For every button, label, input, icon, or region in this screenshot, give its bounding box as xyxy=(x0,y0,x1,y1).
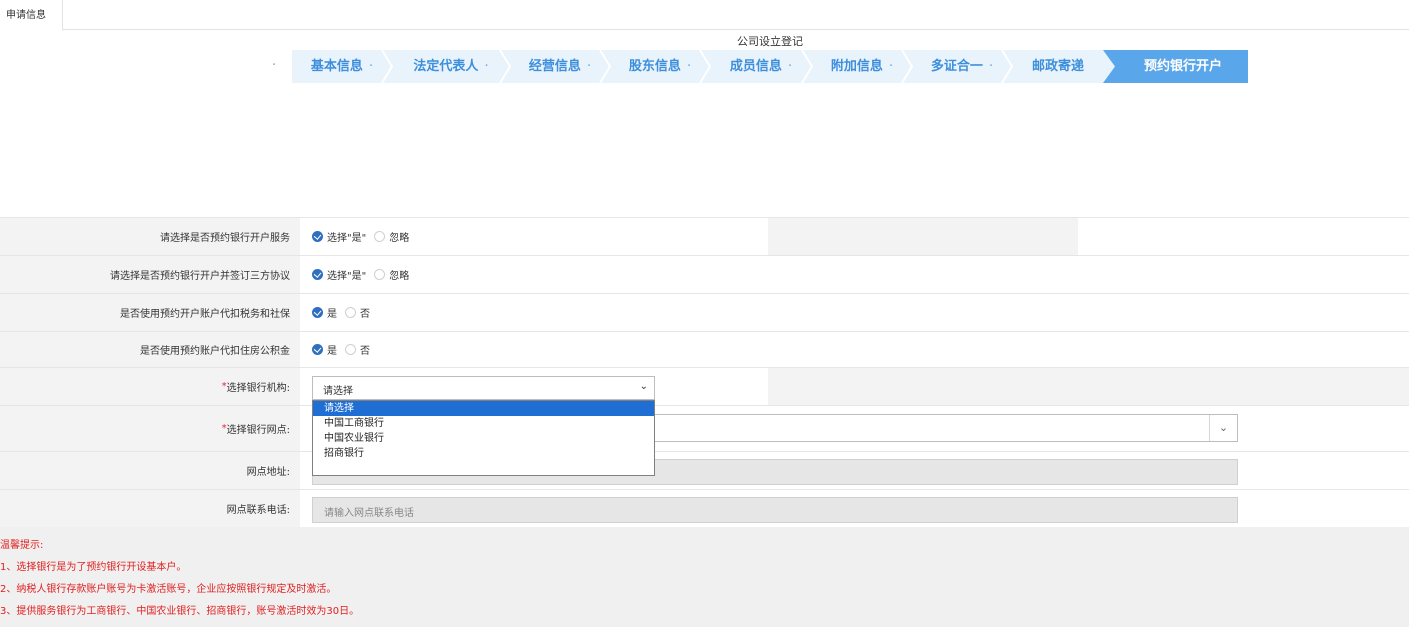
form-row: 网点联系电话: 请输入网点联系电话 xyxy=(0,489,1409,527)
dropdown-option[interactable]: 中国工商银行 xyxy=(313,416,654,431)
grey-cell xyxy=(768,218,1078,255)
row-label: * 选择银行网点: xyxy=(0,406,300,451)
radio-label[interactable]: 否 xyxy=(360,305,370,320)
grey-cell xyxy=(1078,368,1409,405)
form-row: * 选择银行网点: ⌄ xyxy=(0,405,1409,451)
chevron-down-icon: ⌄ xyxy=(639,381,648,392)
radio-label[interactable]: 忽略 xyxy=(389,267,409,282)
radio-checked-icon[interactable] xyxy=(312,269,323,280)
form-row: 请选择是否预约银行开户服务 选择"是" 忽略 xyxy=(0,217,1409,255)
dropdown-option[interactable]: 招商银行 xyxy=(313,446,654,461)
radio-group: 是 否 xyxy=(300,294,370,331)
radio-group: 选择"是" 忽略 xyxy=(300,218,409,255)
step-label: 成员信息 xyxy=(729,59,782,74)
radio-label[interactable]: 忽略 xyxy=(389,229,409,244)
tab-bar: 申请信息 xyxy=(0,0,1409,31)
row-label: 请选择是否预约银行开户并签订三方协议 xyxy=(0,256,300,293)
radio-unchecked-icon[interactable] xyxy=(374,231,386,242)
select-value: 请选择 xyxy=(323,386,353,397)
step-label: 邮政寄递 xyxy=(1031,59,1084,74)
chevron-down-icon[interactable]: ⌄ xyxy=(1209,415,1237,441)
tip-line: 3、提供服务银行为工商银行、中国农业银行、招商银行，账号激活时效为30日。 xyxy=(0,606,360,617)
row-label: 是否使用预约账户代扣住房公积金 xyxy=(0,332,300,367)
step-label: 法定代表人 xyxy=(413,59,479,74)
tips-title: 温馨提示: xyxy=(0,540,44,551)
form-row: 请选择是否预约银行开户并签订三方协议 选择"是" 忽略 xyxy=(0,255,1409,293)
step-multi-cert[interactable]: 多证合一 · xyxy=(912,50,1014,83)
form-row: * 选择银行机构: 请选择 ⌄ xyxy=(0,367,1409,405)
step-progress: · 基本信息 · 法定代表人 · 经营信息 · 股东信息 · 成员信息 · 附加信息 · 多… xyxy=(270,50,1250,83)
radio-group: 是 否 xyxy=(300,332,370,367)
row-label: 请选择是否预约银行开户服务 xyxy=(0,218,300,255)
step-label: 附加信息 xyxy=(830,59,883,74)
radio-checked-icon[interactable] xyxy=(312,231,323,242)
radio-unchecked-icon[interactable] xyxy=(374,269,386,280)
radio-label[interactable]: 选择"是" xyxy=(327,267,366,282)
branch-phone-field: 请输入网点联系电话 xyxy=(312,497,1238,523)
step-lead-dot: · xyxy=(272,58,277,73)
radio-label[interactable]: 是 xyxy=(327,305,337,320)
step-member-info[interactable]: 成员信息 · xyxy=(710,50,814,83)
step-business-info[interactable]: 经营信息 · xyxy=(510,50,612,83)
tab-application-info[interactable]: 申请信息 xyxy=(0,0,63,31)
tip-line: 2、纳税人银行存款账户账号为卡激活账号，企业应按照银行规定及时激活。 xyxy=(0,584,337,595)
radio-checked-icon[interactable] xyxy=(312,307,323,318)
bank-select[interactable]: 请选择 ⌄ xyxy=(312,376,655,400)
radio-label[interactable]: 选择"是" xyxy=(327,229,366,244)
row-label: * 选择银行机构: xyxy=(0,368,300,405)
dropdown-option[interactable]: 请选择 xyxy=(313,401,654,416)
step-bank-account[interactable]: 预约银行开户 xyxy=(1118,50,1248,83)
step-label: 多证合一 xyxy=(930,59,983,74)
step-label: 基本信息 xyxy=(310,59,363,74)
step-shareholder-info[interactable]: 股东信息 · xyxy=(610,50,712,83)
row-label: 网点地址: xyxy=(0,452,300,489)
step-basic-info[interactable]: 基本信息 · xyxy=(292,50,394,83)
flow-title: 公司设立登记 xyxy=(737,35,803,48)
radio-group: 选择"是" 忽略 xyxy=(300,256,409,293)
radio-unchecked-icon[interactable] xyxy=(345,307,356,318)
dropdown-option[interactable]: 中国农业银行 xyxy=(313,431,654,446)
step-postal-delivery[interactable]: 邮政寄递 xyxy=(1012,50,1104,83)
radio-unchecked-icon[interactable] xyxy=(345,344,356,355)
step-label: 股东信息 xyxy=(628,59,681,74)
radio-label[interactable]: 是 xyxy=(327,342,337,357)
row-label: 是否使用预约开户账户代扣税务和社保 xyxy=(0,294,300,331)
form-row: 是否使用预约开户账户代扣税务和社保 是 否 xyxy=(0,293,1409,331)
form-row: 是否使用预约账户代扣住房公积金 是 否 xyxy=(0,331,1409,367)
radio-checked-icon[interactable] xyxy=(312,344,323,355)
step-label: 经营信息 xyxy=(528,59,581,74)
tips-panel: 温馨提示: 1、选择银行是为了预约银行开设基本户。 2、纳税人银行存款账户账号为… xyxy=(0,527,1409,627)
grey-cell xyxy=(768,368,1078,405)
tip-line: 1、选择银行是为了预约银行开设基本户。 xyxy=(0,562,187,573)
bank-dropdown-list: 请选择 中国工商银行 中国农业银行 招商银行 xyxy=(312,400,655,476)
row-label: 网点联系电话: xyxy=(0,490,300,527)
step-additional-info[interactable]: 附加信息 · xyxy=(812,50,914,83)
form-row: 网点地址: xyxy=(0,451,1409,489)
radio-label[interactable]: 否 xyxy=(360,342,370,357)
step-legal-rep[interactable]: 法定代表人 · xyxy=(392,50,512,83)
